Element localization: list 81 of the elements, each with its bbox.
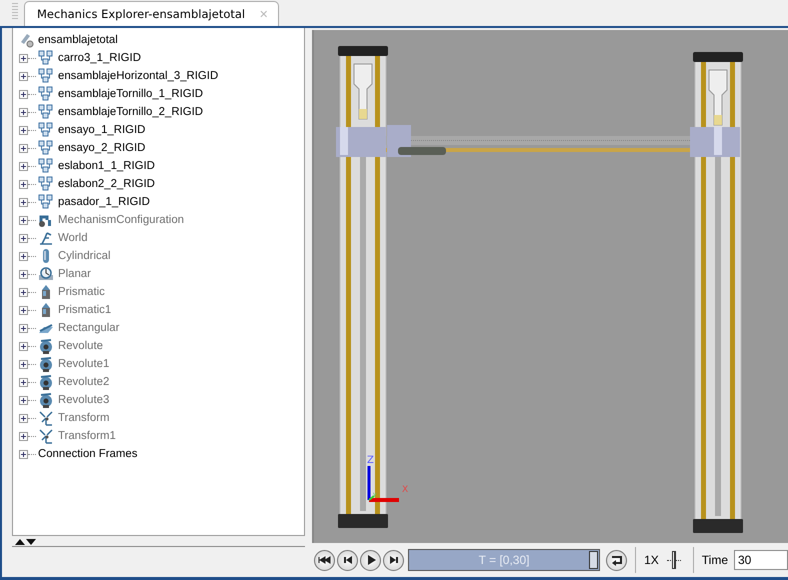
expand-icon[interactable] <box>19 324 28 332</box>
tree-item[interactable]: ensamblajeTornillo_2_RIGID <box>58 106 203 118</box>
body-icon <box>38 68 54 84</box>
body-icon <box>38 176 54 192</box>
rewind-button[interactable] <box>314 550 336 570</box>
body-icon <box>38 104 54 120</box>
tree-item[interactable]: Cylindrical <box>58 250 111 262</box>
time-field[interactable]: 30 <box>734 550 788 570</box>
loop-icon <box>611 554 622 566</box>
split-arrows-icon[interactable] <box>14 538 38 544</box>
axis-triad-drawing <box>368 466 400 502</box>
tree-item[interactable]: Prismatic1 <box>58 304 112 316</box>
axis-label: X <box>402 485 408 495</box>
tree-item[interactable]: ensayo_1_RIGID <box>58 124 146 136</box>
tree-item[interactable]: Revolute3 <box>58 394 110 406</box>
planar-icon <box>38 266 54 282</box>
expand-icon[interactable] <box>19 414 28 422</box>
transform-icon <box>38 410 54 426</box>
tree-item[interactable]: ensayo_2_RIGID <box>58 142 146 154</box>
tree-item[interactable]: Transform <box>58 412 110 424</box>
step-forward-icon <box>387 553 400 567</box>
time-label: Time <box>702 553 728 567</box>
expand-icon[interactable] <box>19 144 28 152</box>
speed-label: 1X <box>644 553 659 567</box>
body-icon <box>38 50 54 66</box>
tree-item[interactable]: ensamblajeTornillo_1_RIGID <box>58 88 203 100</box>
step-forward-button[interactable] <box>383 550 404 570</box>
body-icon <box>38 158 54 174</box>
tree-item[interactable]: eslabon2_2_RIGID <box>58 178 155 190</box>
body-icon <box>38 140 54 156</box>
revolute-icon <box>38 374 54 390</box>
expand-icon[interactable] <box>19 288 28 296</box>
tree-item[interactable]: MechanismConfiguration <box>58 214 184 226</box>
expand-icon[interactable] <box>19 306 28 314</box>
expand-icon[interactable] <box>19 234 28 242</box>
expand-icon[interactable] <box>19 90 28 98</box>
tree-item[interactable]: ensamblajeHorizontal_3_RIGID <box>58 70 218 82</box>
expand-icon[interactable] <box>19 108 28 116</box>
tree-root-label[interactable]: ensamblajetotal <box>38 34 118 46</box>
axis-label: Z <box>367 455 374 466</box>
expand-icon[interactable] <box>19 162 28 170</box>
tree-item[interactable]: Transform1 <box>58 430 116 442</box>
expand-icon[interactable] <box>19 360 28 368</box>
expand-icon[interactable] <box>19 180 28 188</box>
revolute-icon <box>38 392 54 408</box>
body-icon <box>38 194 54 210</box>
tree-item[interactable]: Revolute <box>58 340 103 352</box>
step-back-icon <box>341 553 354 567</box>
tree-item[interactable]: Connection Frames <box>38 448 138 460</box>
revolute-icon <box>38 338 54 354</box>
expand-icon[interactable] <box>19 216 28 224</box>
transform-icon <box>38 428 54 444</box>
expand-icon[interactable] <box>19 450 28 458</box>
step-back-button[interactable] <box>337 550 358 570</box>
expand-icon[interactable] <box>19 396 28 404</box>
expand-icon[interactable] <box>19 54 28 62</box>
assembly-icon <box>19 32 35 48</box>
tree-item[interactable]: Revolute1 <box>58 358 110 370</box>
explorer-tab[interactable]: Mechanics Explorer-ensamblajetotal ✕ <box>24 1 280 26</box>
revolute-icon <box>38 356 54 372</box>
loop-button[interactable] <box>606 550 628 570</box>
play-button[interactable] <box>360 550 382 570</box>
world-icon <box>38 230 54 246</box>
tree-item[interactable]: World <box>58 232 88 244</box>
body-icon <box>38 122 54 138</box>
tree-item[interactable]: eslabon1_1_RIGID <box>58 160 155 172</box>
tree-item[interactable]: Rectangular <box>58 322 120 334</box>
expand-icon[interactable] <box>19 72 28 80</box>
expand-icon[interactable] <box>19 342 28 350</box>
expand-icon[interactable] <box>19 378 28 386</box>
tree-item[interactable]: Revolute2 <box>58 376 110 388</box>
body-icon <box>38 86 54 102</box>
tree-item[interactable]: carro3_1_RIGID <box>58 52 141 64</box>
expand-icon[interactable] <box>19 270 28 278</box>
expand-icon[interactable] <box>19 252 28 260</box>
expand-icon[interactable] <box>19 126 28 134</box>
expand-icon[interactable] <box>19 198 28 206</box>
tree-item[interactable]: pasador_1_RIGID <box>58 196 150 208</box>
tree-item[interactable]: Prismatic <box>58 286 105 298</box>
tree-item[interactable]: Planar <box>58 268 91 280</box>
expand-icon[interactable] <box>19 432 28 440</box>
